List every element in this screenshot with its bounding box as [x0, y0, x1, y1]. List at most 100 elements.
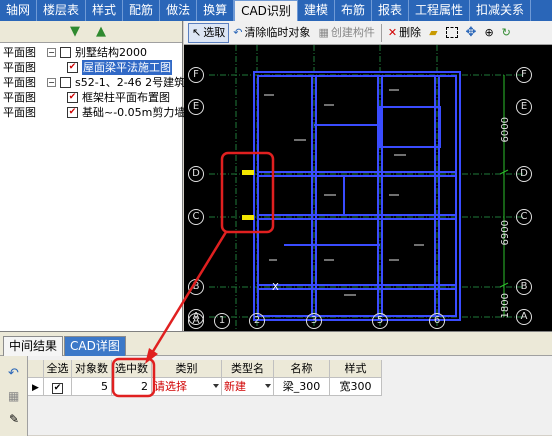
selected-count-cell-text: 2	[141, 380, 148, 393]
style-cell: 宽300	[330, 378, 382, 396]
drawing-list-panel: ▼ ▲ 平面图 − 别墅结构2000 平面图 ✔ 屋面梁平法施工图 平面图 − s52-1、2-…	[0, 21, 186, 331]
column-header: 名称	[274, 360, 330, 378]
axis-bubble-left: D	[188, 166, 204, 182]
cad-plan-svg	[209, 45, 524, 331]
toolbar-separator	[380, 23, 382, 42]
cad-toolbar: ↖ 选取 ↶ 清除临时对象 ▦ 创建构件 ✕ 删除 ▰ ✥ ⊕ ↻	[184, 21, 552, 45]
tree-item[interactable]: 平面图 ✔ 基础~-0.05m剪力墙	[0, 105, 186, 120]
axis-bubble-right: B	[516, 279, 532, 295]
tab-cad-detail[interactable]: CAD详图	[64, 336, 126, 356]
undo-icon: ↶	[233, 25, 243, 39]
column-header: 类别	[152, 360, 222, 378]
clear-temp-objects-button[interactable]: ↶ 清除临时对象	[229, 23, 314, 43]
tree-item-checkbox[interactable]	[60, 47, 71, 58]
delete-x-icon: ✕	[387, 25, 398, 39]
dropdown-arrow-icon[interactable]	[265, 384, 271, 388]
tab-11[interactable]: 扣减关系	[470, 0, 532, 21]
delete-button[interactable]: ✕ 删除	[384, 23, 425, 43]
tree-item-type: 平面图	[3, 46, 36, 59]
tree-item[interactable]: 平面图 ✔ 框架柱平面布置图	[0, 90, 182, 105]
tree-item-checkbox[interactable]	[60, 77, 71, 88]
tab-intermediate-results[interactable]: 中间结果	[3, 336, 64, 356]
tree-item-checkbox[interactable]: ✔	[67, 107, 78, 118]
cad-drawing-canvas[interactable]: 6000 6900 1800 X FFEEDDCCBBAAA12356	[184, 45, 552, 331]
tab-1[interactable]: 楼层表	[37, 0, 87, 21]
move-up-icon[interactable]: ▲	[96, 24, 106, 39]
tree-item-type: 平面图	[3, 91, 36, 104]
tab-6[interactable]: CAD识别	[234, 0, 298, 21]
column-header: 样式	[330, 360, 382, 378]
axis-bubble-bottom: 2	[249, 313, 265, 329]
tree-item-checkbox[interactable]: ✔	[67, 62, 78, 73]
refresh-icon: ↻	[501, 25, 511, 39]
axis-bubble-right: C	[516, 209, 532, 225]
style-cell-text: 宽300	[339, 380, 372, 393]
axis-bubble-bottom: A	[188, 313, 204, 329]
results-table-header: 全选 对象数 选中数 类别 类型名 名称 样式	[28, 360, 552, 378]
dashed-rectangle-icon	[445, 27, 458, 38]
tab-7[interactable]: 建模	[298, 0, 335, 21]
axis-bubble-right: D	[516, 166, 532, 182]
tab-0[interactable]: 轴网	[0, 0, 38, 21]
tab-4[interactable]: 做法	[160, 0, 198, 21]
folder-icon: ▰	[429, 25, 438, 39]
selected-count-cell: 2	[112, 378, 152, 396]
box-select-button[interactable]	[442, 23, 462, 43]
tab-9[interactable]: 报表	[372, 0, 409, 21]
tree-item-label: s52-1、2-46 2号建筑	[75, 76, 186, 89]
collapse-icon[interactable]: −	[47, 78, 56, 87]
open-folder-button[interactable]: ▰	[425, 23, 441, 43]
tree-item[interactable]: 平面图 − s52-1、2-46 2号建筑	[0, 75, 186, 90]
select-all-checkbox[interactable]: ✔	[44, 378, 72, 396]
zoom-button[interactable]: ⊕	[480, 23, 497, 43]
axis-bubble-left: B	[188, 279, 204, 295]
tree-item-type: 平面图	[3, 61, 36, 74]
dimension-label-6900: 6900	[500, 220, 511, 246]
axis-bubble-bottom: 6	[429, 313, 445, 329]
tree-item[interactable]: 平面图 − 别墅结构2000	[0, 45, 182, 60]
dropdown-arrow-icon[interactable]	[213, 384, 219, 388]
collapse-icon[interactable]: −	[47, 48, 56, 57]
tab-10[interactable]: 工程属性	[409, 0, 470, 21]
object-count-cell-text: 5	[101, 380, 108, 393]
axis-bubble-bottom: 3	[306, 313, 322, 329]
component-icon: ▦	[318, 25, 329, 39]
tree-item-type: 平面图	[3, 106, 36, 119]
move-arrows-icon: ✥	[465, 24, 477, 40]
cad-x-marker: X	[272, 282, 279, 293]
select-button[interactable]: ↖ 选取	[188, 22, 230, 43]
pick-icon[interactable]: ✎	[9, 412, 19, 426]
tab-8[interactable]: 布筋	[335, 0, 372, 21]
name-cell-text: 梁_300	[282, 380, 321, 393]
axis-bubble-right: A	[516, 309, 532, 325]
refresh-button[interactable]: ↻	[498, 23, 515, 43]
tree-item-label: 框架柱平面布置图	[82, 91, 170, 104]
type-name-select[interactable]: 新建	[222, 378, 274, 396]
move-down-icon[interactable]: ▼	[70, 24, 80, 39]
category-select[interactable]: 请选择	[152, 378, 222, 396]
tab-2[interactable]: 样式	[86, 0, 124, 21]
tab-3[interactable]: 配筋	[123, 0, 161, 21]
tree-item-checkbox[interactable]: ✔	[67, 92, 78, 103]
axis-bubble-left: C	[188, 209, 204, 225]
create-component-button[interactable]: ▦ 创建构件	[314, 23, 378, 43]
bottom-tabs: 中间结果 CAD详图	[0, 332, 552, 356]
tree-item[interactable]: 平面图 ✔ 屋面梁平法施工图	[0, 60, 182, 75]
table-row[interactable]: ▶ ✔ 5 2 请选择 新建 梁_300 宽300	[28, 378, 552, 396]
axis-bubble-bottom: 5	[372, 313, 388, 329]
tree-item-label: 基础~-0.05m剪力墙	[82, 106, 186, 119]
tree-item-type: 平面图	[3, 76, 36, 89]
column-header: 全选	[44, 360, 72, 378]
table-icon[interactable]: ▦	[8, 389, 19, 403]
main-menu-tabs: 轴网 楼层表 样式 配筋 做法 换算 CAD识别 建模 布筋 报表 工程属性 扣减关系	[0, 0, 552, 21]
axis-bubble-left: F	[188, 67, 204, 83]
tree-item-label: 别墅结构2000	[75, 46, 147, 59]
undo-icon[interactable]: ↶	[8, 366, 19, 381]
axis-bubble-bottom: 1	[214, 313, 230, 329]
drawing-tree: 平面图 − 别墅结构2000 平面图 ✔ 屋面梁平法施工图 平面图 − s52-1、2-46 2…	[0, 43, 186, 120]
dimension-label-6000: 6000	[500, 117, 511, 143]
type-name-select-text: 新建	[224, 380, 246, 393]
pan-button[interactable]: ✥	[462, 23, 481, 43]
results-side-toolbar: ↶ ▦ ✎	[0, 356, 28, 436]
tab-5[interactable]: 换算	[197, 0, 235, 21]
